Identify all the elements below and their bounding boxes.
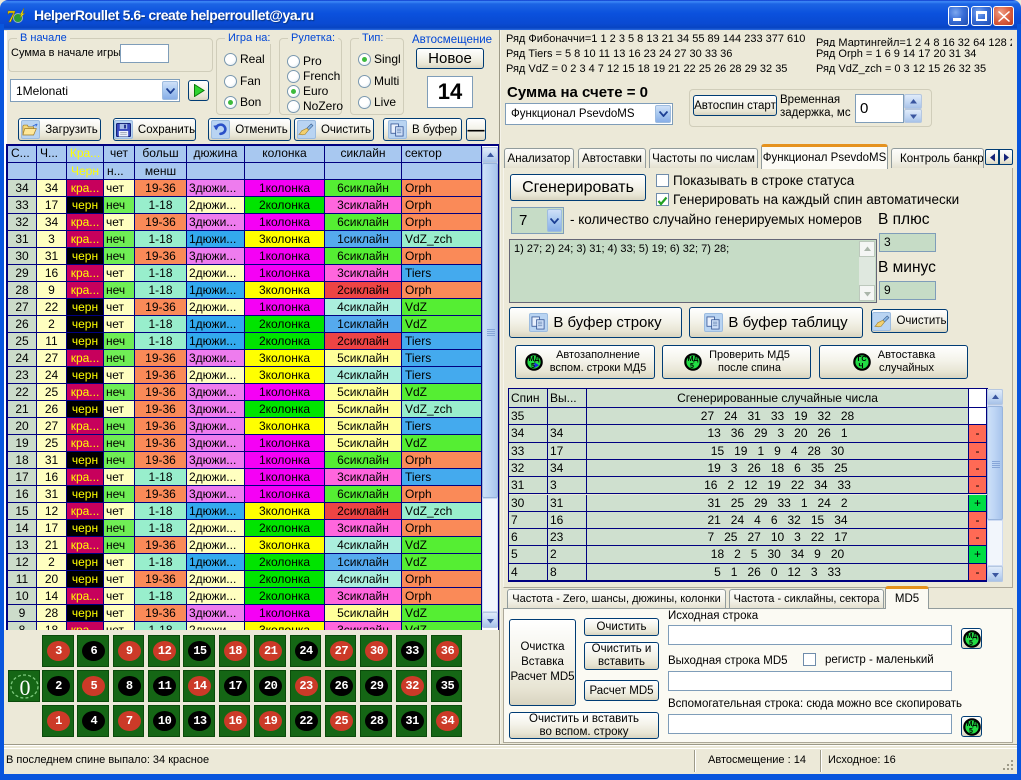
svg-text:5: 5	[969, 728, 973, 735]
svg-text:МД: МД	[966, 721, 977, 728]
svg-text:МД: МД	[966, 633, 977, 640]
svg-text:5: 5	[690, 363, 694, 370]
svg-text:5: 5	[969, 640, 973, 647]
svg-text:Ч: Ч	[858, 363, 863, 370]
svg-text:0: 0	[20, 675, 31, 700]
svg-text:МД: МД	[688, 356, 699, 363]
svg-text:5: 5	[531, 363, 535, 370]
svg-text:МД: МД	[528, 356, 539, 363]
svg-text:ГС: ГС	[857, 356, 866, 363]
